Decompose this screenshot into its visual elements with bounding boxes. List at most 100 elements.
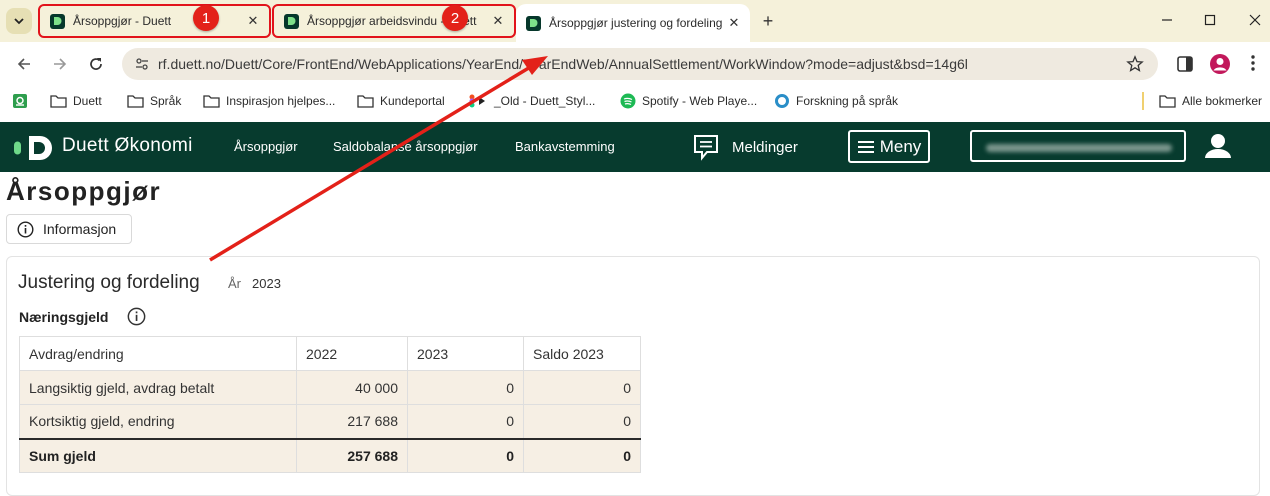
company-selector[interactable] bbox=[970, 130, 1186, 162]
value-2023[interactable]: 0 bbox=[407, 370, 524, 405]
back-button[interactable] bbox=[12, 52, 36, 76]
tab-title: Årsoppgjør justering og fordeling - Duet… bbox=[549, 16, 726, 30]
row-label: Langsiktig gjeld, avdrag betalt bbox=[19, 370, 297, 405]
bookmark-forskning[interactable]: Forskning på språk bbox=[774, 92, 898, 110]
duett-favicon bbox=[284, 13, 299, 29]
duett-favicon bbox=[526, 15, 541, 31]
browser-tab-strip: Årsoppgjør - Duett ✕ Årsoppgjør arbeidsv… bbox=[0, 0, 1270, 42]
section-title: Justering og fordeling bbox=[18, 272, 200, 293]
debt-table: Avdrag/endring 2022 2023 Saldo 2023 Lang… bbox=[19, 336, 641, 473]
reload-button[interactable] bbox=[84, 52, 108, 76]
duett-logo[interactable] bbox=[14, 135, 58, 161]
user-icon[interactable] bbox=[1204, 133, 1232, 164]
info-button-label: Informasjon bbox=[43, 221, 117, 237]
info-icon[interactable] bbox=[127, 307, 146, 331]
nav-link-bankavstemming[interactable]: Bankavstemming bbox=[515, 139, 615, 154]
menu-label: Meny bbox=[879, 136, 922, 156]
spotify-icon bbox=[620, 93, 636, 109]
bookmark-label: Språk bbox=[150, 94, 182, 108]
column-header: 2022 bbox=[296, 336, 408, 371]
value-2022: 40 000 bbox=[296, 370, 408, 405]
sum-2023: 0 bbox=[407, 437, 524, 473]
bookmark-old-duett-style[interactable]: _Old - Duett_Styl... bbox=[468, 92, 595, 110]
bookmark-spotify[interactable]: Spotify - Web Playe... bbox=[620, 92, 757, 110]
side-panel-icon[interactable] bbox=[1176, 55, 1194, 78]
maximize-icon bbox=[1204, 14, 1216, 26]
site-settings-icon[interactable] bbox=[134, 56, 150, 77]
info-icon bbox=[17, 220, 34, 238]
folder-icon bbox=[1159, 94, 1176, 108]
sum-label: Sum gjeld bbox=[19, 437, 297, 473]
page-title: Årsoppgjør bbox=[6, 176, 162, 206]
bookmark-folder-kundeportal[interactable]: Kundeportal bbox=[357, 92, 445, 110]
close-icon bbox=[1249, 14, 1261, 26]
browser-toolbar: rf.duett.no/Duett/Core/FrontEnd/WebAppli… bbox=[0, 42, 1270, 86]
table-sum-row: Sum gjeld 257 688 0 0 bbox=[19, 437, 641, 473]
value-saldo-2023: 0 bbox=[523, 370, 641, 405]
arrow-right-icon bbox=[54, 58, 67, 70]
row-label: Kortsiktig gjeld, endring bbox=[19, 404, 297, 439]
reload-icon bbox=[90, 58, 102, 70]
close-tab-icon[interactable]: ✕ bbox=[726, 15, 742, 31]
value-saldo-2023: 0 bbox=[523, 404, 641, 439]
app-brand-name: Duett Økonomi bbox=[62, 135, 193, 156]
table-row: Langsiktig gjeld, avdrag betalt 40 000 0… bbox=[19, 370, 641, 405]
bookmark-folder-inspirasjon[interactable]: Inspirasjon hjelpes... bbox=[203, 92, 335, 110]
info-button[interactable]: Informasjon bbox=[6, 214, 132, 244]
minimize-icon bbox=[1162, 19, 1172, 21]
bookmark-label: Alle bokmerker bbox=[1182, 94, 1263, 108]
close-window-button[interactable] bbox=[1244, 10, 1266, 30]
browser-tab-3-active[interactable]: Årsoppgjør justering og fordeling - Duet… bbox=[516, 4, 750, 42]
messages-label: Meldinger bbox=[732, 138, 798, 156]
messages-button[interactable]: Meldinger bbox=[692, 133, 798, 161]
profile-avatar[interactable] bbox=[1209, 53, 1231, 80]
column-header: Avdrag/endring bbox=[19, 336, 297, 371]
address-bar[interactable]: rf.duett.no/Duett/Core/FrontEnd/WebAppli… bbox=[122, 48, 1158, 80]
year-label: År bbox=[228, 276, 241, 291]
folder-icon bbox=[203, 94, 220, 108]
menu-button[interactable]: Meny bbox=[848, 130, 930, 163]
maximize-button[interactable] bbox=[1199, 10, 1221, 30]
green-square-icon bbox=[12, 93, 28, 109]
subsection-title: Næringsgjeld bbox=[19, 309, 109, 325]
folder-icon bbox=[50, 94, 67, 108]
duett-favicon bbox=[50, 13, 65, 29]
bookmarks-separator bbox=[1142, 92, 1144, 110]
hamburger-icon bbox=[857, 140, 874, 153]
chevron-down-icon bbox=[14, 18, 24, 25]
column-header: 2023 bbox=[407, 336, 524, 371]
table-row: Kortsiktig gjeld, endring 217 688 0 0 bbox=[19, 404, 641, 439]
nav-link-saldobalanse[interactable]: Saldobalanse årsoppgjør bbox=[333, 139, 478, 154]
bookmark-label: _Old - Duett_Styl... bbox=[494, 94, 596, 108]
folder-icon bbox=[357, 94, 374, 108]
value-2022: 217 688 bbox=[296, 404, 408, 439]
sum-saldo-2023: 0 bbox=[523, 437, 641, 473]
browser-menu-icon[interactable] bbox=[1250, 54, 1256, 77]
url-text: rf.duett.no/Duett/Core/FrontEnd/WebAppli… bbox=[158, 56, 968, 72]
close-tab-icon[interactable]: ✕ bbox=[490, 13, 506, 29]
forward-button[interactable] bbox=[48, 52, 72, 76]
annotation-badge-2: 2 bbox=[442, 5, 468, 31]
tab-title: Årsoppgjør - Duett bbox=[73, 14, 172, 28]
bookmark-folder-duett[interactable]: Duett bbox=[50, 92, 102, 110]
browser-tab-2[interactable]: Årsoppgjør arbeidsvindu - Duett ✕ bbox=[272, 4, 516, 38]
bookmark-item[interactable] bbox=[12, 92, 34, 110]
value-2023[interactable]: 0 bbox=[407, 404, 524, 439]
bookmark-label: Inspirasjon hjelpes... bbox=[226, 94, 336, 108]
close-tab-icon[interactable]: ✕ bbox=[245, 13, 261, 29]
nav-link-arsoppgjor[interactable]: Årsoppgjør bbox=[234, 139, 298, 154]
browser-tab-1[interactable]: Årsoppgjør - Duett ✕ bbox=[38, 4, 271, 38]
tab-search-dropdown[interactable] bbox=[6, 8, 32, 34]
app-header: Duett Økonomi Årsoppgjør Saldobalanse år… bbox=[0, 122, 1270, 172]
bookmark-folder-sprak[interactable]: Språk bbox=[127, 92, 181, 110]
all-bookmarks-folder[interactable]: Alle bokmerker bbox=[1159, 92, 1262, 110]
bookmark-label: Kundeportal bbox=[380, 94, 445, 108]
blue-ring-icon bbox=[774, 93, 790, 109]
message-icon bbox=[694, 135, 718, 161]
bookmarks-bar: Duett Språk Inspirasjon hjelpes... Kunde… bbox=[0, 86, 1270, 116]
new-tab-button[interactable]: + bbox=[758, 11, 778, 31]
table-header-row: Avdrag/endring 2022 2023 Saldo 2023 bbox=[19, 336, 641, 371]
minimize-button[interactable] bbox=[1156, 10, 1178, 30]
bookmark-star-icon[interactable] bbox=[1126, 55, 1144, 78]
column-header: Saldo 2023 bbox=[523, 336, 641, 371]
